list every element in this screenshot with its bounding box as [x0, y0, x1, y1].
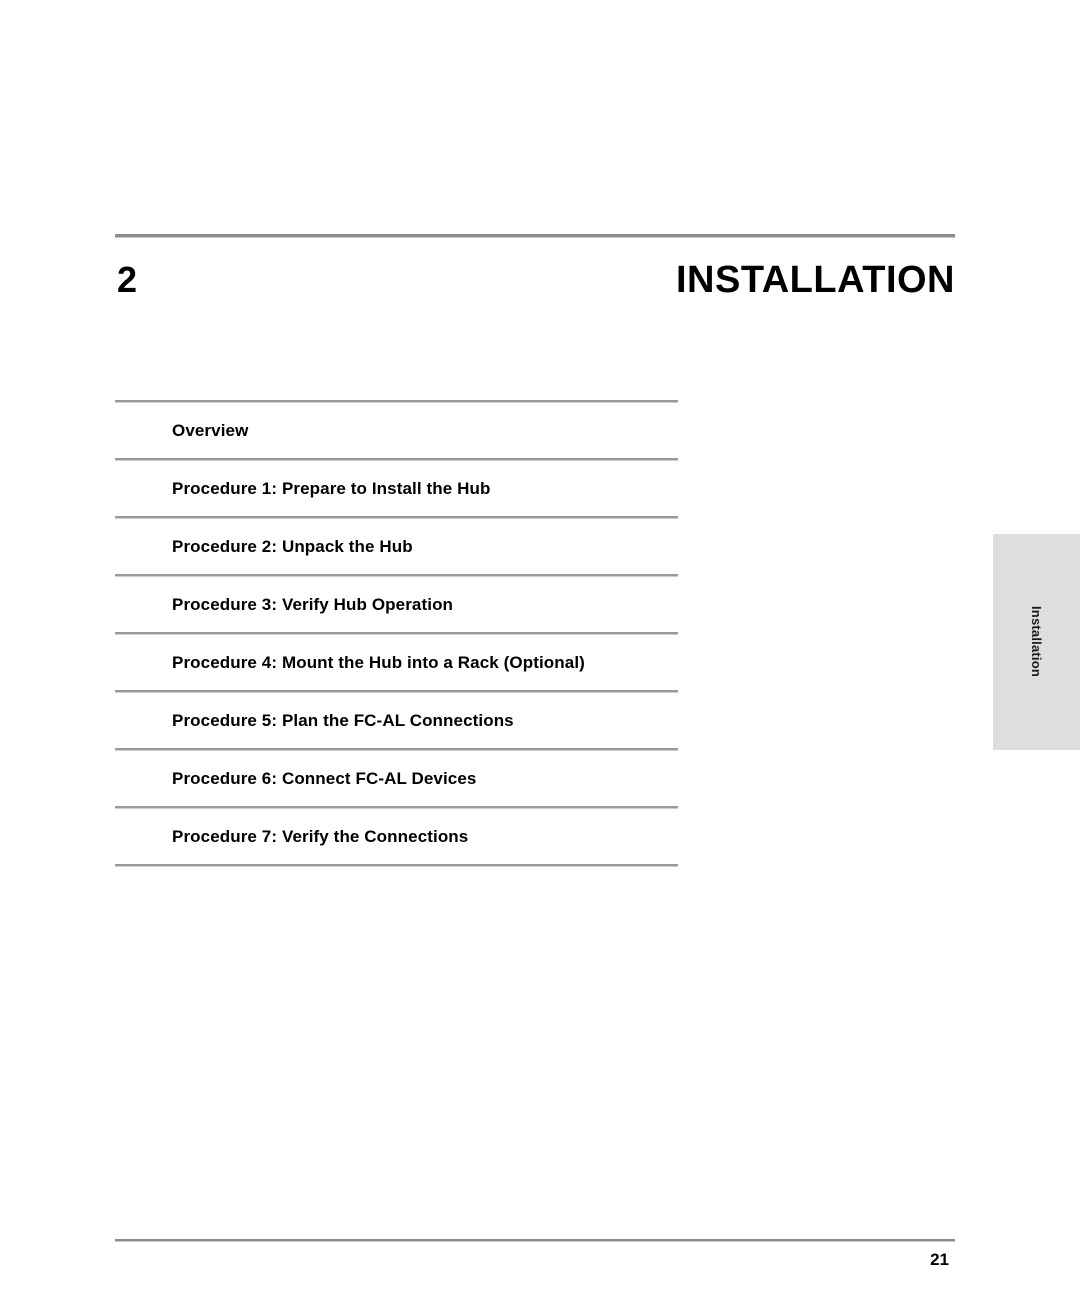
toc-entry-label: Overview [172, 420, 249, 440]
header-divider [115, 234, 955, 238]
toc-entry-label: Procedure 5: Plan the FC-AL Connections [172, 710, 514, 730]
toc-divider [115, 864, 678, 867]
document-page: 2 INSTALLATION Overview Procedure 1: Pre… [0, 0, 1080, 1296]
toc-entry-label: Procedure 1: Prepare to Install the Hub [172, 478, 491, 498]
toc-entry-label: Procedure 2: Unpack the Hub [172, 536, 413, 556]
list-item[interactable]: Procedure 4: Mount the Hub into a Rack (… [115, 635, 678, 690]
page-footer: 21 [115, 1239, 955, 1270]
list-item[interactable]: Procedure 7: Verify the Connections [115, 809, 678, 864]
list-item[interactable]: Overview [115, 403, 678, 458]
list-item[interactable]: Procedure 6: Connect FC-AL Devices [115, 751, 678, 806]
list-item[interactable]: Procedure 2: Unpack the Hub [115, 519, 678, 574]
toc-entry-label: Procedure 4: Mount the Hub into a Rack (… [172, 652, 585, 672]
chapter-header: 2 INSTALLATION [115, 234, 955, 322]
chapter-contents-list: Overview Procedure 1: Prepare to Install… [115, 400, 678, 867]
page-title: INSTALLATION [676, 259, 955, 301]
chapter-number: 2 [117, 259, 138, 300]
side-thumb-tab: Installation [993, 534, 1080, 750]
toc-entry-label: Procedure 7: Verify the Connections [172, 826, 469, 846]
footer-divider [115, 1239, 955, 1242]
toc-entry-label: Procedure 3: Verify Hub Operation [172, 594, 454, 614]
list-item[interactable]: Procedure 1: Prepare to Install the Hub [115, 461, 678, 516]
toc-entry-label: Procedure 6: Connect FC-AL Devices [172, 768, 477, 788]
page-number: 21 [930, 1250, 949, 1269]
side-tab-label: Installation [1029, 606, 1044, 678]
list-item[interactable]: Procedure 3: Verify Hub Operation [115, 577, 678, 632]
list-item[interactable]: Procedure 5: Plan the FC-AL Connections [115, 693, 678, 748]
chapter-title-line: 2 INSTALLATION [115, 258, 955, 322]
